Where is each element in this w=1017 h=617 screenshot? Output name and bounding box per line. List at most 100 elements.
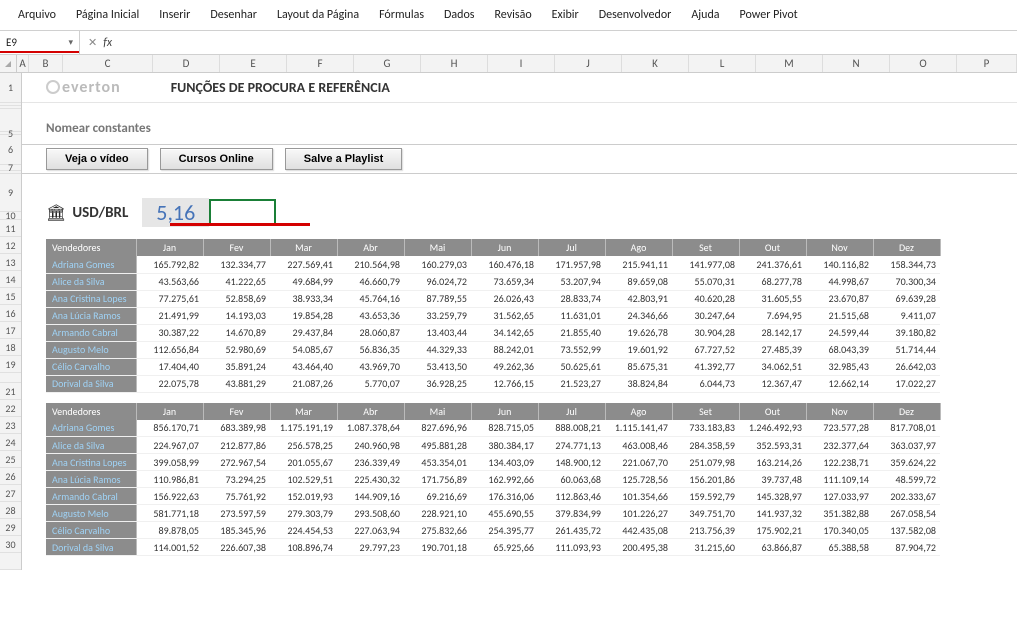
cell-value[interactable]: 1.175.191,19 — [270, 420, 337, 437]
cell-value[interactable]: 28.833,74 — [538, 290, 605, 307]
cell-value[interactable]: 284.358,59 — [672, 437, 739, 454]
cell-value[interactable]: 17.022,27 — [873, 375, 940, 392]
ribbon-página-inicial[interactable]: Página Inicial — [66, 4, 149, 26]
cell-value[interactable]: 40.620,28 — [672, 290, 739, 307]
cell-value[interactable]: 31.605,55 — [739, 290, 806, 307]
cell-value[interactable]: 67.727,52 — [672, 341, 739, 358]
cell-value[interactable]: 14.193,03 — [203, 307, 270, 324]
cell-value[interactable]: 53.413,50 — [404, 358, 471, 375]
cell-value[interactable]: 274.771,13 — [538, 437, 605, 454]
cell-value[interactable]: 817.708,01 — [873, 420, 940, 437]
cell-value[interactable]: 111.109,14 — [806, 471, 873, 488]
vendor-name[interactable]: Adriana Gomes — [46, 256, 136, 273]
playlist-button[interactable]: Salve a Playlist — [285, 148, 403, 170]
cell-value[interactable]: 30.904,28 — [672, 324, 739, 341]
cell-value[interactable]: 273.597,59 — [203, 505, 270, 522]
cell-value[interactable]: 21.855,40 — [538, 324, 605, 341]
cell-value[interactable]: 101.354,66 — [605, 488, 672, 505]
col-header-D[interactable]: D — [153, 55, 220, 72]
row-header[interactable]: 9 — [0, 174, 21, 212]
cell-value[interactable]: 201.055,67 — [270, 454, 337, 471]
col-header-N[interactable]: N — [823, 55, 890, 72]
row-header[interactable]: 19 — [0, 356, 21, 373]
cell-value[interactable]: 14.670,89 — [203, 324, 270, 341]
cell-value[interactable]: 145.328,97 — [739, 488, 806, 505]
row-header[interactable]: 22 — [0, 400, 21, 417]
cell-value[interactable]: 43.464,40 — [270, 358, 337, 375]
cell-value[interactable]: 43.969,70 — [337, 358, 404, 375]
cell-value[interactable]: 210.564,98 — [337, 256, 404, 273]
fx-icon[interactable]: fx — [103, 36, 112, 50]
vendor-name[interactable]: Alice da Silva — [46, 273, 136, 290]
cell-value[interactable]: 63.866,87 — [739, 539, 806, 556]
cell-value[interactable]: 156.201,86 — [672, 471, 739, 488]
cell-value[interactable]: 21.491,99 — [136, 307, 203, 324]
cell-value[interactable]: 28.142,17 — [739, 324, 806, 341]
cell-value[interactable]: 6.044,73 — [672, 375, 739, 392]
cell-value[interactable]: 112.656,84 — [136, 341, 203, 358]
cell-value[interactable]: 65.388,58 — [806, 539, 873, 556]
cell-value[interactable]: 60.063,68 — [538, 471, 605, 488]
row-header[interactable]: 29 — [0, 519, 21, 536]
cell-value[interactable]: 453.354,01 — [404, 454, 471, 471]
cell-value[interactable]: 141.977,08 — [672, 256, 739, 273]
cell-value[interactable]: 110.986,81 — [136, 471, 203, 488]
row-header[interactable]: 10 — [0, 212, 21, 220]
cell-value[interactable]: 215.941,11 — [605, 256, 672, 273]
cell-value[interactable]: 54.085,67 — [270, 341, 337, 358]
cell-value[interactable]: 87.789,55 — [404, 290, 471, 307]
cell-value[interactable]: 122.238,71 — [806, 454, 873, 471]
cell-value[interactable]: 48.599,72 — [873, 471, 940, 488]
cell-value[interactable]: 256.578,25 — [270, 437, 337, 454]
cell-value[interactable]: 111.093,93 — [538, 539, 605, 556]
cell-value[interactable]: 212.877,86 — [203, 437, 270, 454]
cell-value[interactable]: 144.909,16 — [337, 488, 404, 505]
cell-value[interactable]: 96.024,72 — [404, 273, 471, 290]
vendor-name[interactable]: Ana Cristina Lopes — [46, 290, 136, 307]
vendor-name[interactable]: Ana Lúcia Ramos — [46, 307, 136, 324]
cell-value[interactable]: 9.411,07 — [873, 307, 940, 324]
cell-value[interactable]: 399.058,99 — [136, 454, 203, 471]
vendor-name[interactable]: Dorival da Silva — [46, 539, 136, 556]
row-header[interactable]: 12 — [0, 237, 21, 254]
cell-value[interactable]: 68.043,39 — [806, 341, 873, 358]
cell-value[interactable]: 165.792,82 — [136, 256, 203, 273]
cell-value[interactable]: 39.180,82 — [873, 324, 940, 341]
cell-value[interactable]: 51.714,44 — [873, 341, 940, 358]
cell-value[interactable]: 39.737,48 — [739, 471, 806, 488]
cell-value[interactable]: 31.562,65 — [471, 307, 538, 324]
video-button[interactable]: Veja o vídeo — [46, 148, 148, 170]
cell-value[interactable]: 1.115.141,47 — [605, 420, 672, 437]
cell-value[interactable]: 856.170,71 — [136, 420, 203, 437]
cursos-button[interactable]: Cursos Online — [160, 148, 273, 170]
cell-value[interactable]: 89.878,05 — [136, 522, 203, 539]
cell-value[interactable]: 17.404,40 — [136, 358, 203, 375]
col-header-B[interactable]: B — [29, 55, 63, 72]
col-header-F[interactable]: F — [287, 55, 354, 72]
cell-value[interactable]: 49.262,36 — [471, 358, 538, 375]
cell-value[interactable]: 41.392,77 — [672, 358, 739, 375]
cell-value[interactable]: 50.625,61 — [538, 358, 605, 375]
vendor-name[interactable]: Ana Lúcia Ramos — [46, 471, 136, 488]
cell-value[interactable]: 101.226,27 — [605, 505, 672, 522]
selected-cell-e9[interactable] — [209, 199, 276, 226]
cell-value[interactable]: 33.259,79 — [404, 307, 471, 324]
cell-value[interactable]: 827.696,96 — [404, 420, 471, 437]
row-header[interactable]: 23 — [0, 417, 21, 434]
row-header[interactable] — [0, 373, 21, 383]
cell-value[interactable]: 31.215,60 — [672, 539, 739, 556]
cell-value[interactable]: 75.761,92 — [203, 488, 270, 505]
cell-value[interactable]: 1.246.492,93 — [739, 420, 806, 437]
cell-value[interactable]: 828.715,05 — [471, 420, 538, 437]
cell-value[interactable]: 35.891,24 — [203, 358, 270, 375]
vendor-name[interactable]: Célio Carvalho — [46, 522, 136, 539]
col-header-P[interactable]: P — [957, 55, 1017, 72]
col-header-E[interactable]: E — [220, 55, 287, 72]
cell-value[interactable]: 363.037,97 — [873, 437, 940, 454]
row-header[interactable]: 17 — [0, 322, 21, 339]
cell-value[interactable]: 102.529,51 — [270, 471, 337, 488]
cell-value[interactable]: 43.653,36 — [337, 307, 404, 324]
cell-value[interactable]: 141.937,32 — [739, 505, 806, 522]
col-header-H[interactable]: H — [421, 55, 488, 72]
cell-value[interactable]: 190.701,18 — [404, 539, 471, 556]
